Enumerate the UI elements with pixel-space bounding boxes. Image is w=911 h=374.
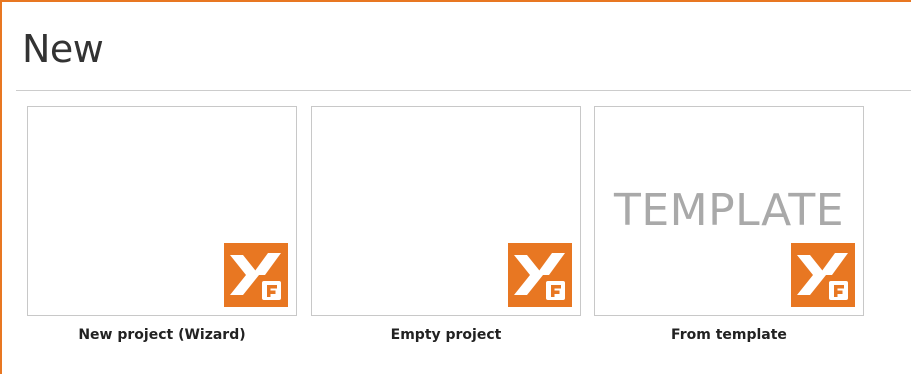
title-divider [16, 90, 911, 91]
from-template-tile[interactable]: TEMPLATE [594, 106, 864, 316]
new-panel: New TEMPLATE New project (Wizard) Empty … [0, 0, 911, 374]
empty-project-label[interactable]: Empty project [311, 327, 581, 343]
page-title: New [22, 27, 104, 71]
xf-logo-icon [508, 243, 572, 307]
new-project-wizard-label[interactable]: New project (Wizard) [27, 327, 297, 343]
xf-logo-icon [791, 243, 855, 307]
xf-logo-icon [224, 243, 288, 307]
new-project-wizard-tile[interactable] [27, 106, 297, 316]
empty-project-tile[interactable] [311, 106, 581, 316]
from-template-label[interactable]: From template [594, 327, 864, 343]
template-preview-text: TEMPLATE [613, 185, 845, 236]
